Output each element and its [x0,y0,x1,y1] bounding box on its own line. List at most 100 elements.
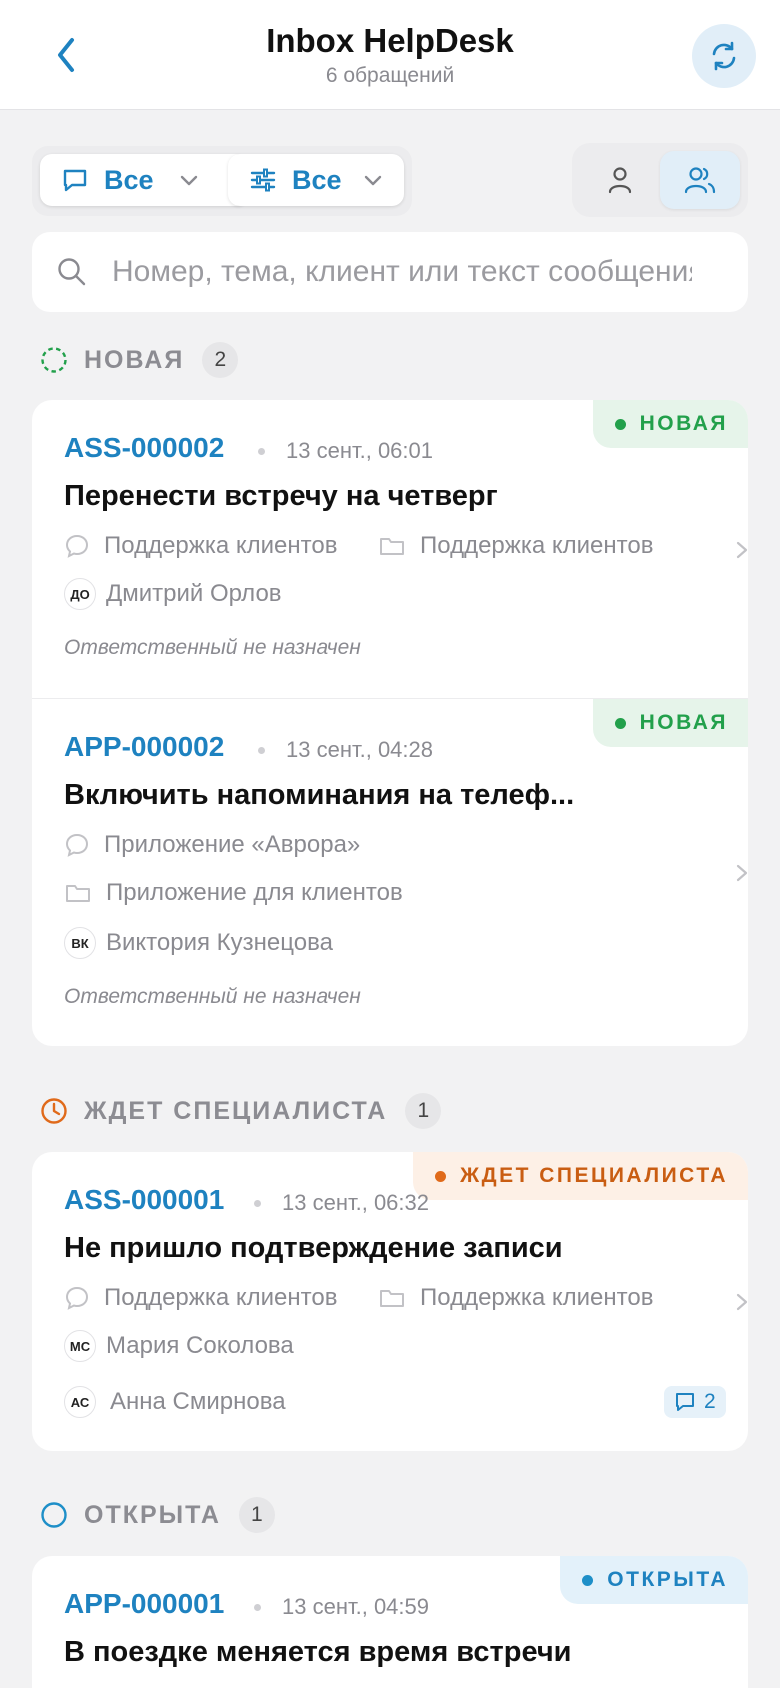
queue-label: Поддержка клиентов [420,532,654,559]
ticket-group-open: ОТКРЫТА APP-000001 13 сент., 04:59 В пое… [32,1556,748,1688]
ticket-card[interactable]: НОВАЯ APP-000002 13 сент., 04:28 Включит… [32,699,748,1046]
status-badge: НОВАЯ [592,699,748,747]
search-input[interactable] [112,232,692,312]
section-header-waiting: ЖДЕТ СПЕЦИАЛИСТА 1 [40,1091,442,1131]
chevron-right-icon [736,541,748,559]
ticket-id: ASS-000002 [64,432,225,463]
users-icon [684,167,716,194]
status-badge: ОТКРЫТА [560,1556,748,1604]
search-icon [58,258,86,286]
ticket-channel: Приложение «Аврора» [64,831,360,859]
channel-label: Поддержка клиентов [104,532,338,559]
filter-group: Все Все [32,146,412,216]
ticket-client: ВК Виктория Кузнецова [64,927,333,959]
status-dot [582,1574,594,1586]
ticket-client: ДО Дмитрий Орлов [64,578,282,610]
params-filter-label: Все [292,164,342,195]
channel-label: Поддержка клиентов [104,1284,338,1311]
view-mode-toggle [572,143,748,217]
section-count: 1 [238,1497,275,1533]
ticket-title: Перенести встречу на четверг [64,480,498,512]
status-new-icon [41,347,67,373]
status-badge-label: ОТКРЫТА [607,1568,728,1591]
separator-dot [258,448,265,455]
avatar: ВК [64,927,96,959]
refresh-button[interactable] [692,24,756,88]
ticket-group-waiting: ЖДЕТ СПЕЦИАЛИСТА ASS-000001 13 сент., 06… [32,1152,748,1451]
ticket-id: APP-000001 [64,1588,225,1619]
ticket-card[interactable]: НОВАЯ ASS-000002 13 сент., 06:01 Перенес… [32,400,748,698]
status-dot [614,418,626,430]
ticket-queue: Приложение для клиентов [64,879,403,907]
avatar: ДО [64,578,96,610]
section-title: ЖДЕТ СПЕЦИАЛИСТА [84,1096,388,1125]
folder-icon [380,1290,404,1307]
refresh-icon [712,41,736,71]
page-title: Inbox HelpDesk [266,22,514,59]
assignee-unassigned: Ответственный не назначен [64,985,361,1008]
ticket-queue: Поддержка клиентов [378,532,653,560]
channel-filter-label: Все [104,164,154,195]
status-dot [614,717,626,729]
avatar: МС [64,1330,96,1362]
channel-label: Приложение «Аврора» [104,831,361,858]
ticket-assignee: АС Анна Смирнова [64,1386,286,1418]
sliders-icon [250,168,276,192]
app-header: Inbox HelpDesk 6 обращений [0,0,780,110]
chevron-right-icon [736,864,748,882]
queue-label: Поддержка клиентов [420,1284,654,1311]
my-tickets-button[interactable] [580,151,660,209]
client-name: Дмитрий Орлов [106,580,282,607]
client-name: Мария Соколова [106,1332,294,1359]
search-bar[interactable] [32,232,748,312]
comments-count-badge[interactable]: 2 [664,1386,726,1418]
channel-filter-dropdown[interactable]: Все [40,154,248,206]
ticket-card[interactable]: ОТКРЫТА APP-000001 13 сент., 04:59 В пое… [32,1556,748,1688]
ticket-title: В поездке меняется время встречи [64,1636,572,1668]
ticket-card[interactable]: ЖДЕТ СПЕЦИАЛИСТА ASS-000001 13 сент., 06… [32,1152,748,1451]
status-badge-label: ЖДЕТ СПЕЦИАЛИСТА [460,1164,728,1187]
ticket-title: Включить напоминания на телеф... [64,779,575,811]
queue-label: Приложение для клиентов [106,879,403,906]
chat-bubble-icon [65,534,89,558]
status-badge-label: НОВАЯ [639,412,728,435]
user-icon [608,167,632,194]
ticket-group-new: НОВАЯ ASS-000002 13 сент., 06:01 Перенес… [32,400,748,1046]
section-count: 1 [405,1093,442,1129]
comments-count: 2 [704,1390,716,1413]
separator-dot [254,1604,261,1611]
ticket-channel: Поддержка клиентов [64,1284,337,1312]
status-open-icon [41,1502,67,1528]
ticket-queue: Поддержка клиентов [378,1284,653,1312]
status-dot [435,1170,447,1182]
ticket-count-subtitle: 6 обращений [325,64,455,87]
chat-bubble-icon [65,1286,89,1310]
separator-dot [258,747,265,754]
status-badge-label: НОВАЯ [639,711,728,734]
clock-icon [41,1098,67,1124]
params-filter-dropdown[interactable]: Все [228,154,404,206]
chat-bubble-icon [65,833,89,857]
client-name: Виктория Кузнецова [106,929,333,956]
section-title: НОВАЯ [84,345,185,374]
status-badge: НОВАЯ [592,400,748,448]
folder-icon [66,885,90,902]
ticket-client: МС Мария Соколова [64,1330,294,1362]
assignee-name: Анна Смирнова [110,1388,286,1415]
separator-dot [254,1200,261,1207]
section-count: 2 [202,342,239,378]
assignee-unassigned: Ответственный не назначен [64,636,361,659]
ticket-id: APP-000002 [64,731,225,762]
ticket-date: 13 сент., 04:59 [282,1594,429,1619]
ticket-id: ASS-000001 [64,1184,225,1215]
team-tickets-button[interactable] [660,151,740,209]
section-header-new: НОВАЯ 2 [40,340,239,380]
status-badge: ЖДЕТ СПЕЦИАЛИСТА [413,1152,748,1200]
chat-bubble-icon [63,169,87,192]
section-header-open: ОТКРЫТА 1 [40,1495,275,1535]
ticket-date: 13 сент., 06:01 [286,438,433,463]
ticket-date: 13 сент., 04:28 [286,737,433,762]
chevron-down-icon [180,175,197,186]
comment-icon [676,1393,694,1411]
chevron-right-icon [736,1293,748,1311]
